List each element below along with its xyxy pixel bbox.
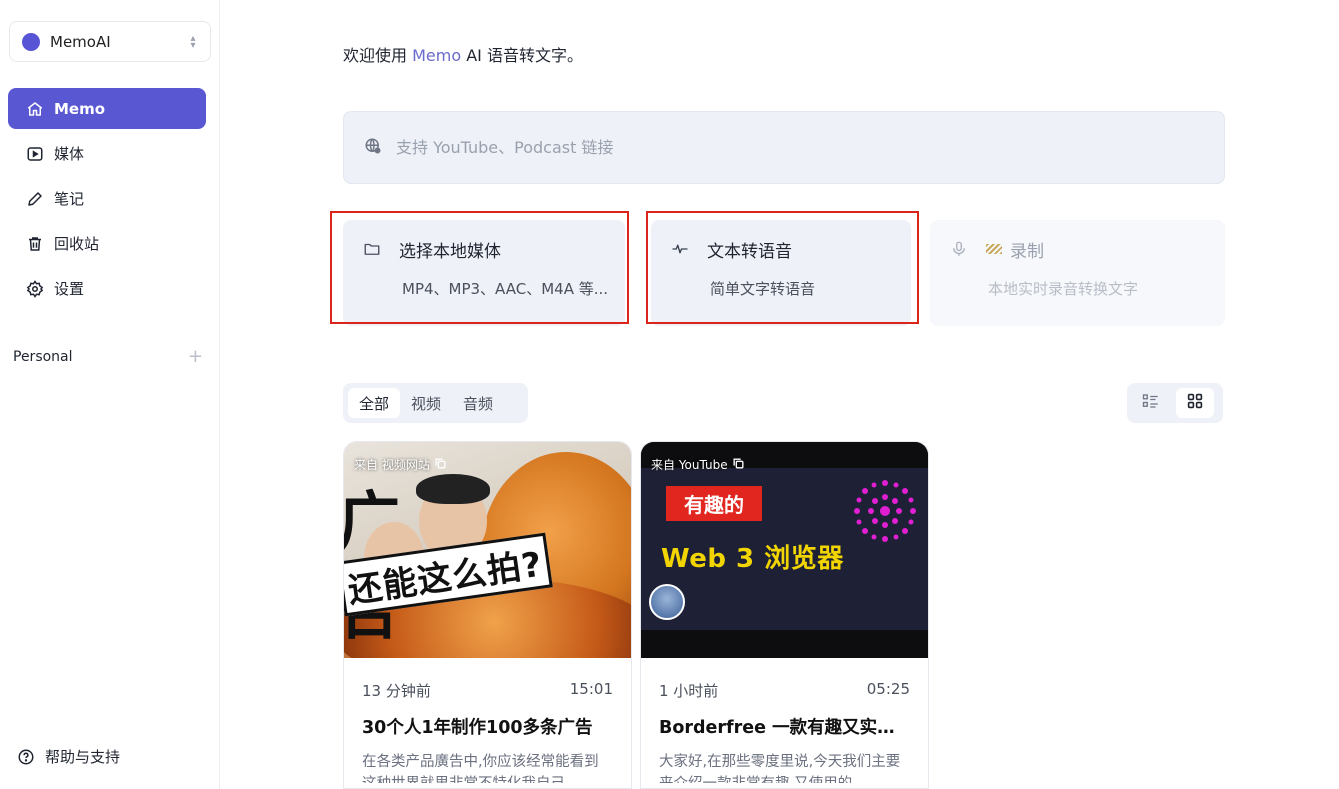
welcome-suffix: AI 语音转文字。 [461,46,583,65]
help-circle-icon [17,748,35,766]
section-label: Personal [13,348,73,365]
help-label: 帮助与支持 [45,748,121,766]
sidebar: MemoAI ▴ ▾ Memo 媒体 笔记 回收站 设置 Personal + … [0,0,220,789]
sidebar-item-label: 回收站 [54,235,100,253]
grid-view-icon [1187,393,1203,413]
chevron-up-down-icon: ▴ ▾ [190,32,196,51]
premium-stripes-icon [986,244,1002,254]
card-title: 录制 [1010,241,1044,262]
list-view-button[interactable] [1132,388,1170,418]
dotted-sphere-graphic [854,480,916,542]
sidebar-item-label: 设置 [54,280,85,298]
media-time-ago: 13 分钟前 [362,682,431,700]
thumbnail-tag: 有趣的 [666,486,762,521]
text-to-speech-card[interactable]: 文本转语音 简单文字转语音 [651,220,911,326]
welcome-text: 欢迎使用 Memo AI 语音转文字。 [343,42,583,66]
play-icon [26,145,44,163]
copy-icon [434,457,447,473]
tab-audio[interactable]: 音频 [452,388,504,418]
media-card[interactable]: 有趣的 Web 3 浏览器 来自 YouTube 1 小时前 05:25 Bor… [640,441,929,789]
sidebar-item-label: Memo [54,99,106,118]
workspace-switcher[interactable]: MemoAI ▴ ▾ [9,21,211,62]
sidebar-item-media[interactable]: 媒体 [8,133,206,174]
globe-link-icon [364,137,382,159]
media-duration: 05:25 [866,680,910,698]
card-title: 选择本地媒体 [399,241,501,262]
grid-view-button[interactable] [1176,388,1214,418]
select-local-media-card[interactable]: 选择本地媒体 MP4、MP3、AAC、M4A 等... [343,220,625,326]
thumbnail-title: Web 3 浏览器 [661,544,844,574]
sidebar-nav: Memo 媒体 笔记 回收站 设置 [8,88,206,313]
media-description: 在各类产品廣告中,你应该经常能看到这种世界就里非常不特化我自己 [362,754,599,783]
channel-avatar [649,584,685,620]
help-support-link[interactable]: 帮助与支持 [17,746,120,767]
section-personal: Personal + [13,346,203,367]
sidebar-item-notes[interactable]: 笔记 [8,178,206,219]
card-subtitle: MP4、MP3、AAC、M4A 等... [402,280,609,298]
media-thumbnail: 有趣的 Web 3 浏览器 来自 YouTube [641,442,928,658]
tab-video[interactable]: 视频 [400,388,452,418]
media-source-badge: 来自 视频网站 [354,456,447,473]
url-input-box[interactable] [343,111,1225,184]
media-title: Borderfree 一款有趣又实用的 [659,718,913,738]
workspace-name: MemoAI [50,32,111,51]
card-title: 文本转语音 [707,241,792,262]
media-card[interactable]: 广 告 还能这么拍? 来自 视频网站 13 分钟前 15:01 30个人1年制作… [343,441,632,789]
waveform-icon [671,240,689,258]
media-source-badge: 来自 YouTube [651,456,745,473]
tab-all[interactable]: 全部 [348,388,401,418]
sidebar-item-trash[interactable]: 回收站 [8,223,206,264]
gear-icon [26,279,44,298]
card-subtitle: 本地实时录音转换文字 [988,280,1139,298]
home-icon [26,100,44,118]
sidebar-item-memo[interactable]: Memo [8,88,206,129]
sidebar-item-label: 媒体 [54,145,85,163]
media-duration: 15:01 [569,680,613,698]
media-title: 30个人1年制作100多条广告 [362,718,593,738]
view-toggle [1127,383,1223,423]
sidebar-item-label: 笔记 [54,190,85,208]
card-subtitle: 简单文字转语音 [710,280,816,298]
trash-icon [26,235,44,253]
workspace-avatar [22,32,40,51]
sidebar-item-settings[interactable]: 设置 [8,268,206,309]
source-label: 来自 YouTube [651,458,728,472]
pencil-icon [26,190,44,208]
add-icon[interactable]: + [188,346,203,367]
record-card[interactable]: 录制 本地实时录音转换文字 [930,220,1225,326]
list-view-icon [1142,393,1160,413]
media-filter-tabs: 全部 视频 音频 [343,383,528,423]
copy-icon [732,457,745,473]
media-description: 大家好,在那些零度里说,今天我们主要来介绍一款非常有趣,又使用的 [659,754,901,783]
source-label: 来自 视频网站 [354,458,430,472]
microphone-icon [950,240,968,258]
welcome-prefix: 欢迎使用 [343,46,413,65]
media-thumbnail: 广 告 还能这么拍? 来自 视频网站 [344,442,631,658]
url-input[interactable] [396,138,1096,157]
welcome-brand: Memo [412,46,462,65]
media-time-ago: 1 小时前 [659,682,719,700]
folder-icon [363,240,381,258]
